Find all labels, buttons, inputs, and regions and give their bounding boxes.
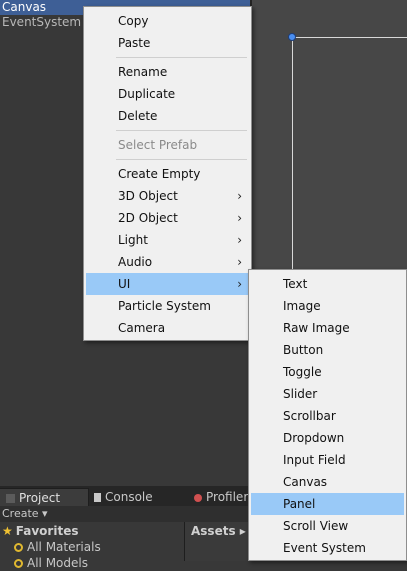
submenu-item-scroll-view[interactable]: Scroll View — [251, 515, 404, 537]
submenu-item-label: Input Field — [283, 453, 346, 467]
favorites-item-all-models[interactable]: All Models — [14, 555, 88, 571]
menu-item-label: Delete — [118, 109, 158, 123]
menu-item-ui[interactable]: UI › — [86, 273, 249, 295]
favorites-item-label: All Models — [27, 556, 88, 570]
submenu-item-label: Scrollbar — [283, 409, 336, 423]
canvas-corner-handle[interactable] — [288, 33, 296, 41]
menu-item-duplicate[interactable]: Duplicate — [86, 83, 249, 105]
menu-item-2d-object[interactable]: 2D Object › — [86, 207, 249, 229]
menu-item-light[interactable]: Light › — [86, 229, 249, 251]
chevron-right-icon: › — [237, 255, 242, 269]
submenu-item-label: Raw Image — [283, 321, 350, 335]
favorites-header[interactable]: ★ Favorites — [2, 523, 78, 539]
submenu-item-label: Toggle — [283, 365, 322, 379]
ui-submenu: Text Image Raw Image Button Toggle Slide… — [248, 269, 407, 561]
menu-item-label: Duplicate — [118, 87, 176, 101]
chevron-right-icon: › — [237, 277, 242, 291]
menu-item-select-prefab: Select Prefab — [86, 134, 249, 156]
submenu-item-event-system[interactable]: Event System — [251, 537, 404, 559]
assets-breadcrumb[interactable]: Assets ▸ — [191, 523, 246, 539]
menu-item-3d-object[interactable]: 3D Object › — [86, 185, 249, 207]
menu-item-label: Rename — [118, 65, 168, 79]
menu-separator — [116, 130, 247, 131]
tab-console[interactable]: Console — [88, 488, 159, 506]
submenu-item-label: Panel — [283, 497, 316, 511]
submenu-item-label: Scroll View — [283, 519, 349, 533]
profiler-icon — [194, 494, 202, 502]
menu-item-label: Select Prefab — [118, 138, 198, 152]
menu-item-rename[interactable]: Rename — [86, 61, 249, 83]
menu-separator — [116, 159, 247, 160]
menu-item-camera[interactable]: Camera — [86, 317, 249, 339]
star-icon: ★ — [2, 524, 13, 538]
magnifier-icon — [14, 559, 23, 568]
favorites-item-all-materials[interactable]: All Materials — [14, 539, 101, 555]
hierarchy-context-menu: Copy Paste Rename Duplicate Delete Selec… — [83, 6, 252, 341]
favorites-label: Favorites — [15, 524, 79, 538]
menu-item-label: Particle System — [118, 299, 211, 313]
menu-item-label: UI — [118, 277, 131, 291]
hierarchy-item-eventsystem[interactable]: EventSystem — [0, 15, 81, 30]
menu-item-create-empty[interactable]: Create Empty — [86, 163, 249, 185]
submenu-item-slider[interactable]: Slider — [251, 383, 404, 405]
submenu-item-panel[interactable]: Panel — [251, 493, 404, 515]
submenu-item-label: Dropdown — [283, 431, 345, 445]
menu-item-particle-system[interactable]: Particle System — [86, 295, 249, 317]
submenu-item-label: Button — [283, 343, 324, 357]
submenu-item-text[interactable]: Text — [251, 273, 404, 295]
submenu-item-label: Event System — [283, 541, 366, 555]
menu-separator — [116, 57, 247, 58]
canvas-outline-top — [292, 37, 407, 38]
menu-item-label: Paste — [118, 36, 151, 50]
submenu-item-input-field[interactable]: Input Field — [251, 449, 404, 471]
submenu-item-label: Slider — [283, 387, 318, 401]
favorites-item-label: All Materials — [27, 540, 101, 554]
menu-item-label: Create Empty — [118, 167, 201, 181]
menu-item-label: Copy — [118, 14, 149, 28]
chevron-right-icon: › — [237, 233, 242, 247]
menu-item-copy[interactable]: Copy — [86, 10, 249, 32]
console-icon — [94, 493, 101, 502]
tab-project[interactable]: Project — [0, 488, 89, 507]
menu-item-label: Camera — [118, 321, 166, 335]
submenu-item-label: Canvas — [283, 475, 328, 489]
submenu-item-dropdown[interactable]: Dropdown — [251, 427, 404, 449]
submenu-item-label: Image — [283, 299, 321, 313]
menu-item-label: Light — [118, 233, 148, 247]
submenu-item-image[interactable]: Image — [251, 295, 404, 317]
menu-item-label: 3D Object — [118, 189, 178, 203]
create-dropdown[interactable]: Create ▾ — [0, 506, 48, 522]
menu-item-label: 2D Object — [118, 211, 178, 225]
submenu-item-button[interactable]: Button — [251, 339, 404, 361]
menu-item-audio[interactable]: Audio › — [86, 251, 249, 273]
tab-console-label: Console — [105, 490, 153, 504]
project-folder-tree: ★ Favorites All Materials All Models — [0, 522, 184, 570]
submenu-item-canvas[interactable]: Canvas — [251, 471, 404, 493]
tab-profiler[interactable]: Profiler — [188, 488, 254, 506]
menu-item-label: Audio — [118, 255, 153, 269]
submenu-item-toggle[interactable]: Toggle — [251, 361, 404, 383]
chevron-right-icon: › — [237, 211, 242, 225]
magnifier-icon — [14, 543, 23, 552]
submenu-item-label: Text — [283, 277, 308, 291]
tab-project-label: Project — [19, 491, 61, 505]
submenu-item-raw-image[interactable]: Raw Image — [251, 317, 404, 339]
menu-item-paste[interactable]: Paste — [86, 32, 249, 54]
chevron-right-icon: › — [237, 189, 242, 203]
menu-item-delete[interactable]: Delete — [86, 105, 249, 127]
project-icon — [6, 494, 15, 503]
submenu-item-scrollbar[interactable]: Scrollbar — [251, 405, 404, 427]
tab-profiler-label: Profiler — [206, 490, 249, 504]
